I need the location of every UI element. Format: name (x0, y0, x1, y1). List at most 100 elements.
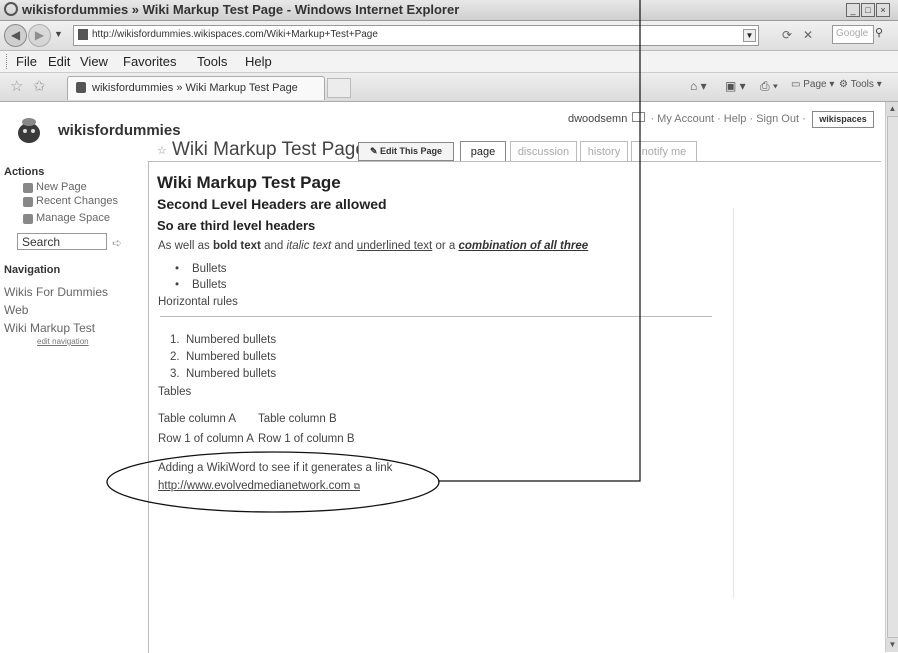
account-links[interactable]: · My Account · Help · Sign Out · (650, 113, 805, 125)
maximize-button[interactable]: □ (861, 3, 875, 17)
italic-text: italic text (286, 240, 332, 252)
numbered-item: 3. Numbered bullets (170, 368, 277, 380)
content-divider (733, 208, 734, 598)
search-input[interactable]: Google (832, 25, 874, 44)
scrollbar-thumb[interactable] (887, 116, 898, 638)
address-url[interactable]: http://wikisfordummies.wikispaces.com/Wi… (92, 29, 378, 40)
horizontal-rules-label: Horizontal rules (158, 296, 238, 308)
menu-file[interactable]: File (16, 54, 37, 69)
edit-page-button[interactable]: ✎ Edit This Page (358, 142, 454, 161)
tab-history[interactable]: history (580, 141, 628, 162)
main-content-box (148, 161, 881, 653)
menu-tools[interactable]: Tools (197, 54, 227, 69)
forward-button[interactable]: ▶ (28, 24, 51, 47)
new-tab-button[interactable] (327, 78, 351, 98)
menu-view[interactable]: View (80, 54, 108, 69)
menu-edit[interactable]: Edit (48, 54, 70, 69)
heading-2: Second Level Headers are allowed (157, 196, 387, 212)
edit-navigation-link[interactable]: edit navigation (37, 337, 89, 346)
sidebar-search-input[interactable]: Search (17, 233, 107, 250)
bullet-item: Bullets (175, 279, 227, 291)
manage-space-icon (23, 214, 33, 224)
page-star-icon[interactable]: ☆ (157, 144, 167, 157)
formatting-and: and (331, 240, 357, 252)
address-dropdown-icon[interactable]: ▼ (743, 29, 756, 42)
sidebar-new-page[interactable]: New Page (36, 181, 87, 193)
numbered-item: 2. Numbered bullets (170, 351, 277, 363)
home-icon[interactable]: ⌂ ▾ (690, 79, 707, 93)
menu-bar: File Edit View Favorites Tools Help (0, 51, 898, 73)
numbered-text: Numbered bullets (185, 351, 277, 363)
nav-wikis-for-dummies[interactable]: Wikis For Dummies (4, 285, 108, 299)
tools-menu-label: Tools (850, 79, 874, 90)
tab-label[interactable]: wikisfordummies » Wiki Markup Test Page (92, 82, 298, 94)
heading-3: So are third level headers (157, 218, 316, 233)
external-link-text[interactable]: http://www.evolvedmedianetwork.com (158, 480, 350, 492)
formatting-or: or a (432, 240, 459, 252)
formatting-line: As well as bold text and italic text and… (158, 240, 588, 252)
history-dropdown-icon[interactable]: ▼ (54, 29, 63, 39)
user-links: dwoodsemn · My Account · Help · Sign Out… (568, 112, 806, 125)
heading-1: Wiki Markup Test Page (157, 173, 341, 192)
refresh-icon[interactable]: ⟳ (779, 27, 795, 43)
wiki-logo-icon[interactable] (16, 116, 42, 144)
tab-notify-me[interactable]: notify me (631, 141, 697, 162)
wikiword-line: Adding a WikiWord to see if it generates… (158, 462, 393, 474)
print-icon[interactable]: ⎙ ▾ (760, 79, 778, 94)
menu-help[interactable]: Help (245, 54, 272, 69)
bullet-item: Bullets (175, 263, 227, 275)
bold-text: bold text (212, 240, 261, 252)
favicon-icon (78, 29, 88, 40)
search-icon[interactable]: ⚲ (870, 26, 888, 43)
menu-favorites[interactable]: Favorites (123, 54, 176, 69)
tables-label: Tables (158, 386, 192, 398)
wikispaces-logo[interactable]: wikispaces (812, 111, 874, 128)
address-toolbar: ◀ ▶ ▼ http://wikisfordummies.wikispaces.… (0, 21, 898, 51)
page-title: Wiki Markup Test Page (172, 139, 366, 160)
username[interactable]: dwoodsemn (568, 113, 627, 125)
numbered-text: Numbered bullets (185, 368, 277, 380)
numbered-item: 1. Numbered bullets (170, 334, 277, 346)
tab-bar: ☆ ✩ wikisfordummies » Wiki Markup Test P… (0, 73, 898, 102)
close-button[interactable]: × (876, 3, 890, 17)
back-button[interactable]: ◀ (4, 24, 27, 47)
nav-web[interactable]: Web (4, 303, 28, 317)
window-title-bar: wikisfordummies » Wiki Markup Test Page … (0, 0, 898, 21)
sidebar-manage-space[interactable]: Manage Space (36, 212, 110, 224)
feeds-icon[interactable]: ▣ ▾ (725, 79, 746, 93)
tab-discussion[interactable]: discussion (510, 141, 577, 162)
bullet-text: Bullets (192, 263, 227, 275)
favorites-star-icon[interactable]: ☆ (10, 77, 23, 95)
combination-text: combination of all three (458, 240, 589, 252)
scroll-down-icon[interactable]: ▼ (886, 638, 898, 652)
formatting-and: and (260, 240, 287, 252)
horizontal-rule (160, 316, 712, 317)
minimize-button[interactable]: _ (846, 3, 860, 17)
internet-explorer-icon (4, 2, 18, 16)
add-favorite-icon[interactable]: ✩ (33, 77, 46, 95)
table-header-a: Table column A (158, 413, 236, 425)
navigation-heading: Navigation (4, 264, 61, 276)
browser-tab[interactable]: wikisfordummies » Wiki Markup Test Page (67, 76, 325, 100)
site-name[interactable]: wikisfordummies (58, 122, 181, 139)
search-go-icon[interactable]: ➪ (112, 236, 122, 250)
address-bar[interactable]: http://wikisfordummies.wikispaces.com/Wi… (73, 25, 759, 46)
underlined-text: underlined text (356, 240, 433, 252)
new-page-icon (23, 183, 33, 193)
table-header-b: Table column B (258, 413, 337, 425)
stop-icon[interactable]: ✕ (800, 27, 816, 43)
bullet-text: Bullets (192, 279, 227, 291)
scroll-up-icon[interactable]: ▲ (886, 102, 898, 116)
mail-icon[interactable] (632, 112, 646, 122)
table-cell: Row 1 of column A (158, 433, 254, 445)
sidebar-recent-changes[interactable]: Recent Changes (36, 195, 118, 207)
tools-menu[interactable]: ⚙ Tools ▾ (839, 79, 882, 90)
nav-wiki-markup-test[interactable]: Wiki Markup Test (4, 321, 95, 335)
page-menu[interactable]: ▭ Page ▾ (791, 79, 834, 90)
tab-page[interactable]: page (460, 141, 506, 162)
recent-changes-icon (23, 197, 33, 207)
actions-heading: Actions (4, 166, 45, 178)
external-link[interactable]: http://www.evolvedmedianetwork.com ⧉ (158, 480, 360, 492)
vertical-scrollbar[interactable]: ▲ ▼ (885, 102, 898, 652)
edit-page-label: Edit This Page (380, 146, 443, 156)
